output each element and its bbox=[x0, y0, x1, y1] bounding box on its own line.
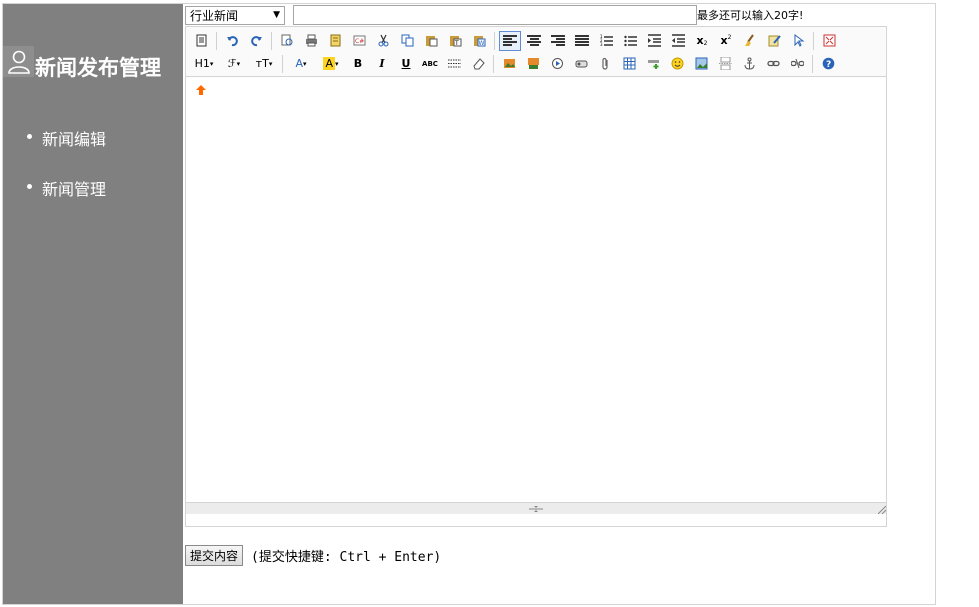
title-input[interactable] bbox=[293, 5, 697, 25]
link-icon[interactable] bbox=[762, 54, 784, 74]
rich-text-editor: C# T W 123 x2 x2 H1 ▾ ℱ ▾ тT ▾ A ▾ A ▾ B… bbox=[185, 26, 887, 527]
toolbar-separator bbox=[812, 54, 813, 73]
print-icon[interactable] bbox=[300, 31, 322, 51]
insert-video-icon[interactable] bbox=[546, 54, 568, 74]
italic-icon[interactable]: I bbox=[371, 54, 393, 74]
editor-content-area[interactable] bbox=[186, 77, 886, 514]
sidebar-item-label: 新闻编辑 bbox=[42, 130, 107, 149]
sidebar-item-label: 新闻管理 bbox=[42, 180, 107, 199]
font-family-dropdown[interactable]: ℱ ▾ bbox=[220, 54, 248, 74]
superscript-icon[interactable]: x2 bbox=[715, 31, 737, 51]
svg-text:T: T bbox=[454, 40, 459, 47]
sidebar-nav: 新闻编辑 新闻管理 bbox=[27, 126, 106, 226]
category-select[interactable]: 行业新闻 ▼ bbox=[185, 5, 285, 25]
editor-toolbar: C# T W 123 x2 x2 H1 ▾ ℱ ▾ тT ▾ A ▾ A ▾ B… bbox=[186, 27, 886, 77]
template-icon[interactable] bbox=[324, 31, 346, 51]
resize-handle-icon bbox=[529, 505, 543, 512]
insert-image-icon[interactable] bbox=[498, 54, 520, 74]
paste-word-icon[interactable]: W bbox=[468, 31, 490, 51]
toolbar-separator bbox=[494, 31, 495, 50]
toolbar-separator bbox=[216, 31, 217, 50]
align-center-icon[interactable] bbox=[523, 31, 545, 51]
resize-corner-icon[interactable] bbox=[878, 506, 886, 514]
help-icon[interactable]: ? bbox=[817, 54, 839, 74]
code-snippet-icon[interactable]: C# bbox=[348, 31, 370, 51]
underline-icon[interactable]: U bbox=[395, 54, 417, 74]
insert-multi-image-icon[interactable] bbox=[522, 54, 544, 74]
eraser-icon[interactable] bbox=[467, 54, 489, 74]
svg-text:W: W bbox=[478, 40, 484, 47]
bullet-icon bbox=[27, 184, 32, 189]
sidebar: 新闻发布管理 新闻编辑 新闻管理 bbox=[3, 4, 183, 604]
toolbar-separator bbox=[271, 31, 272, 50]
image-gallery-icon[interactable] bbox=[690, 54, 712, 74]
heading-dropdown[interactable]: H1 ▾ bbox=[190, 54, 218, 74]
svg-text:C#: C# bbox=[355, 38, 364, 45]
outdent-icon[interactable] bbox=[667, 31, 689, 51]
align-right-icon[interactable] bbox=[547, 31, 569, 51]
category-selected-value: 行业新闻 bbox=[190, 8, 239, 23]
caret-down-icon: ▼ bbox=[273, 10, 280, 20]
toolbar-row-2: H1 ▾ ℱ ▾ тT ▾ A ▾ A ▾ B I U ABC ? bbox=[190, 52, 882, 75]
char-counter: 最多还可以输入20字! bbox=[697, 9, 804, 22]
insert-table-icon[interactable] bbox=[618, 54, 640, 74]
bullet-icon bbox=[27, 134, 32, 139]
submit-button[interactable]: 提交内容 bbox=[185, 545, 244, 566]
toolbar-separator bbox=[813, 31, 814, 50]
select-all-icon[interactable] bbox=[763, 31, 785, 51]
attachment-icon[interactable] bbox=[594, 54, 616, 74]
brand-title: 新闻发布管理 bbox=[35, 55, 161, 80]
ordered-list-icon[interactable]: 123 bbox=[595, 31, 617, 51]
horizontal-rule-icon[interactable] bbox=[443, 54, 465, 74]
anchor-icon[interactable] bbox=[738, 54, 760, 74]
copy-icon[interactable] bbox=[396, 31, 418, 51]
pointer-icon[interactable] bbox=[787, 31, 809, 51]
page-break-icon[interactable] bbox=[714, 54, 736, 74]
paste-icon[interactable] bbox=[420, 31, 442, 51]
clear-format-icon[interactable] bbox=[739, 31, 761, 51]
title-bar: 行业新闻 ▼ 最多还可以输入20字! bbox=[185, 5, 803, 25]
subscript-icon[interactable]: x2 bbox=[691, 31, 713, 51]
paste-text-icon[interactable]: T bbox=[444, 31, 466, 51]
toolbar-separator bbox=[493, 54, 494, 73]
fullscreen-icon[interactable] bbox=[818, 31, 840, 51]
svg-text:3: 3 bbox=[600, 42, 603, 47]
redo-icon[interactable] bbox=[245, 31, 267, 51]
cut-icon[interactable] bbox=[372, 31, 394, 51]
insert-music-icon[interactable] bbox=[570, 54, 592, 74]
align-left-icon[interactable] bbox=[499, 30, 521, 51]
editor-resize-bar[interactable] bbox=[186, 502, 886, 514]
toolbar-separator bbox=[282, 54, 283, 73]
toolbar-row-1: C# T W 123 x2 x2 bbox=[190, 29, 882, 52]
align-justify-icon[interactable] bbox=[571, 31, 593, 51]
highlight-color-icon[interactable]: A ▾ bbox=[317, 54, 345, 74]
unlink-icon[interactable] bbox=[786, 54, 808, 74]
insert-row-icon[interactable] bbox=[642, 54, 664, 74]
indent-icon[interactable] bbox=[643, 31, 665, 51]
font-color-icon[interactable]: A ▾ bbox=[287, 54, 315, 74]
sidebar-item-news-manage[interactable]: 新闻管理 bbox=[27, 176, 106, 226]
font-size-dropdown[interactable]: тT ▾ bbox=[250, 54, 278, 74]
brand: 新闻发布管理 bbox=[3, 45, 161, 87]
arrow-up-icon bbox=[196, 85, 206, 95]
shortcut-hint: (提交快捷键: Ctrl + Enter) bbox=[251, 550, 442, 565]
unordered-list-icon[interactable] bbox=[619, 31, 641, 51]
user-icon bbox=[3, 45, 34, 77]
undo-icon[interactable] bbox=[221, 31, 243, 51]
emoticon-icon[interactable] bbox=[666, 54, 688, 74]
sidebar-item-news-edit[interactable]: 新闻编辑 bbox=[27, 126, 106, 176]
source-code-icon[interactable] bbox=[190, 31, 212, 51]
strikethrough-icon[interactable]: ABC bbox=[419, 54, 441, 74]
submit-row: 提交内容 (提交快捷键: Ctrl + Enter) bbox=[185, 545, 441, 566]
svg-text:?: ? bbox=[826, 60, 831, 70]
preview-icon[interactable] bbox=[276, 31, 298, 51]
bold-icon[interactable]: B bbox=[347, 54, 369, 74]
